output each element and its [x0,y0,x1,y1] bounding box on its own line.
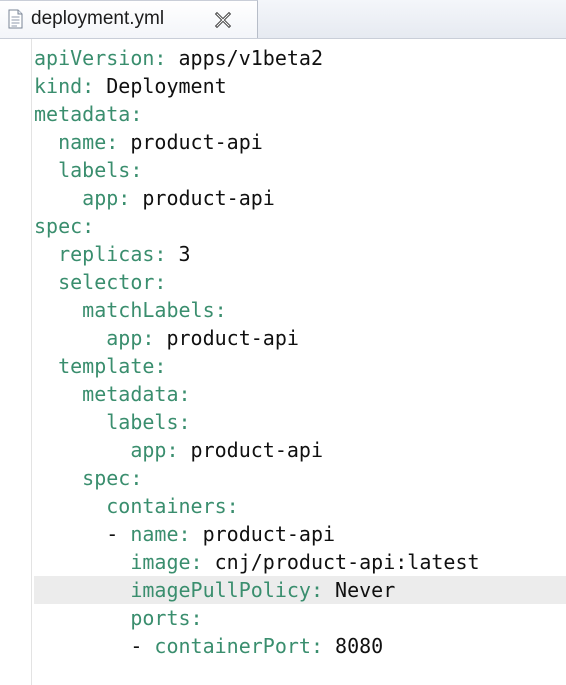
yaml-key: name: [58,130,119,154]
code-line[interactable]: ports: [34,604,566,632]
tab-title: deployment.yml [31,8,165,29]
yaml-key: containerPort: [154,634,323,658]
yaml-value: apps/v1beta2 [166,46,323,70]
code-line[interactable]: app: product-api [34,436,566,464]
yaml-key: imagePullPolicy: [130,578,323,602]
code-line[interactable]: app: product-api [34,184,566,212]
code-line[interactable]: spec: [34,464,566,492]
yaml-value: product-api [118,130,263,154]
yaml-key: name: [130,522,191,546]
close-x-icon[interactable] [213,10,233,30]
code-line[interactable]: image: cnj/product-api:latest [34,548,566,576]
code-line[interactable]: kind: Deployment [34,72,566,100]
yaml-value: product-api [130,186,275,210]
editor-tab-strip: deployment.yml [0,0,566,39]
yaml-editor[interactable]: apiVersion: apps/v1beta2 kind: Deployment… [34,39,566,685]
yaml-value: 8080 [323,634,384,658]
yaml-key: spec: [34,214,95,238]
yaml-value: Never [322,578,396,602]
yaml-key: app: [130,438,179,462]
tab-deployment-yml[interactable]: deployment.yml [0,0,258,38]
line-indent: - [34,634,155,658]
code-line[interactable]: metadata: [34,100,566,128]
yaml-key: metadata: [34,102,143,126]
yaml-key: kind: [34,74,95,98]
gutter-divider [31,39,32,685]
yaml-key: apiVersion: [34,46,167,70]
code-line[interactable]: selector: [34,268,566,296]
yaml-key: metadata: [82,382,191,406]
code-line[interactable]: labels: [34,156,566,184]
line-indent: - [34,522,131,546]
code-line[interactable]: metadata: [34,380,566,408]
code-line[interactable]: app: product-api [34,324,566,352]
yaml-value: product-api [154,326,299,350]
yaml-key: replicas: [58,242,167,266]
current-line[interactable]: imagePullPolicy: Never [34,576,566,604]
code-line[interactable]: containers: [34,492,566,520]
code-line[interactable]: matchLabels: [34,296,566,324]
yaml-key: spec: [82,466,143,490]
yaml-value: cnj/product-api:latest [202,550,480,574]
yaml-key: selector: [58,270,167,294]
code-line[interactable]: replicas: 3 [34,240,566,268]
editor-gutter [0,39,32,685]
yaml-key: image: [130,550,203,574]
code-line[interactable]: labels: [34,408,566,436]
yaml-value: Deployment [94,74,227,98]
code-line[interactable]: name: product-api [34,128,566,156]
yaml-value: 3 [166,242,191,266]
yaml-key: app: [82,186,131,210]
yaml-key: ports: [130,606,203,630]
yaml-value: product-api [190,522,336,546]
code-line[interactable]: template: [34,352,566,380]
yaml-key: containers: [106,494,239,518]
yaml-value: product-api [178,438,323,462]
yaml-file-icon [8,9,23,29]
yaml-key: app: [106,326,155,350]
yaml-key: matchLabels: [82,298,227,322]
yaml-key: labels: [58,158,143,182]
code-line[interactable]: - containerPort: 8080 [34,632,566,660]
yaml-key: labels: [106,410,191,434]
code-line[interactable]: spec: [34,212,566,240]
code-line[interactable]: - name: product-api [34,520,566,548]
yaml-key: template: [58,354,167,378]
code-line[interactable]: apiVersion: apps/v1beta2 [34,44,566,72]
